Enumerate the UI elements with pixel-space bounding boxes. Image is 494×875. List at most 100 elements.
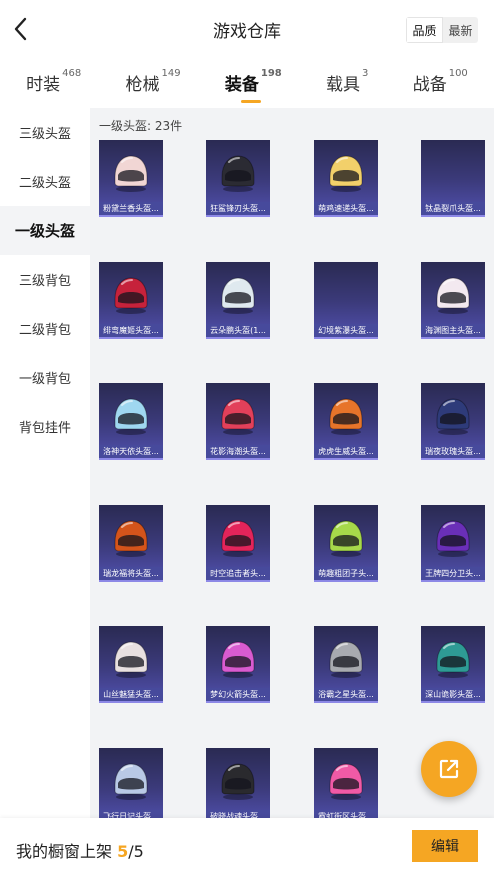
item-card[interactable]: 洛神天依头盔... [99,383,163,460]
sort-quality-option[interactable]: 品质 [406,17,443,43]
item-card[interactable]: 飞行日记头盔... [99,747,163,818]
helmet-icon [436,519,470,557]
item-card[interactable]: 萌趣粗团子头... [314,504,378,582]
item-name: 梦幻火箭头盔... [206,688,270,702]
item-card[interactable]: 虎虎生威头盔... [314,383,378,460]
item-card[interactable]: 狂鲨锋刃头盔... [206,140,270,217]
helmet-icon [221,762,255,800]
item-card[interactable]: 王牌四分卫头... [421,504,485,582]
sidebar-item-2[interactable]: 一级头盔 [0,206,90,255]
helmet-icon [329,762,363,800]
item-thumbnail [99,140,163,206]
share-button[interactable] [421,741,477,797]
sidebar-item-3[interactable]: 三级背包 [0,255,90,304]
item-quality-bar [314,701,378,703]
item-name: 洛神天依头盔... [99,445,163,459]
item-card[interactable]: 海渊图主头盔... [421,261,485,339]
item-quality-bar [421,215,485,217]
item-name: 萌鸡速递头盔... [314,202,378,216]
item-card[interactable]: 云朵鹏头盔(1... [206,261,270,339]
item-card[interactable]: 时空追击者头... [206,504,270,582]
helmet-icon [114,762,148,800]
item-name: 幻境紫瀑头盔... [314,323,378,338]
item-name: 瑞夜玫瑰头盔... [421,445,485,459]
sidebar-item-1[interactable]: 二级头盔 [0,157,90,206]
tab-count: 100 [448,68,468,79]
item-quality-bar [99,579,163,582]
item-card[interactable]: 深山诡影头盔... [421,626,485,703]
shelf-status: 我的橱窗上架 5/5 [16,838,144,862]
item-card[interactable]: 霓虹街区头盔... [314,747,378,818]
tab-1[interactable]: 枪械 149 [126,62,181,95]
item-quality-bar [421,458,485,460]
edit-button[interactable]: 编辑 [412,830,478,862]
item-card[interactable]: 萌鸡速递头盔... [314,140,378,217]
helmet-icon [329,641,363,678]
item-thumbnail [99,626,163,692]
item-thumbnail [421,261,485,328]
item-thumbnail [99,383,163,449]
item-card[interactable]: 破晓战魂头盔... [206,747,270,818]
helmet-icon [329,155,363,192]
item-name: 破晓战魂头盔... [206,809,270,818]
tab-4[interactable]: 战备 100 [413,62,468,95]
sidebar-item-6[interactable]: 背包挂件 [0,402,90,451]
helmet-icon [114,155,148,192]
item-name: 浴霸之星头盔... [314,688,378,702]
sidebar-item-0[interactable]: 三级头盔 [0,108,90,157]
tab-3[interactable]: 载具 3 [326,62,368,95]
tab-label: 载具 [326,75,361,95]
item-name: 云朵鹏头盔(1... [206,323,270,338]
sort-latest-option[interactable]: 最新 [443,17,478,43]
item-card[interactable]: 瑞夜玫瑰头盔... [421,383,485,460]
item-quality-bar [314,215,378,217]
item-card[interactable]: 梦幻火箭头盔... [206,626,270,703]
share-icon [439,759,459,779]
tab-0[interactable]: 时装 468 [26,62,81,95]
item-name: 狂鲨锋刃头盔... [206,202,270,216]
tab-count: 3 [362,68,369,79]
item-quality-bar [314,579,378,582]
item-thumbnail [421,383,485,449]
item-name: 王牌四分卫头... [421,566,485,581]
tab-count: 149 [161,68,181,79]
helmet-icon [114,641,148,678]
item-thumbnail [421,504,485,571]
item-card[interactable]: 绯弯魔姬头盔... [99,261,163,339]
header: 游戏仓库 品质 最新 [0,0,494,58]
item-card[interactable]: 粉黛兰香头盔... [99,140,163,217]
item-card[interactable]: 山丝魅猛头盔... [99,626,163,703]
item-quality-bar [99,701,163,703]
item-quality-bar [99,215,163,217]
item-name: 粉黛兰香头盔... [99,202,163,216]
helmet-icon [436,641,470,678]
item-name: 花影海潮头盔... [206,445,270,459]
item-thumbnail [314,504,378,571]
item-thumbnail [314,626,378,692]
item-thumbnail [99,747,163,814]
item-card[interactable]: 瑞龙福将头盔... [99,504,163,582]
item-card[interactable]: 花影海潮头盔... [206,383,270,460]
shelf-count: 5 [117,842,129,861]
item-name: 时空追击者头... [206,566,270,581]
item-card[interactable]: 钛晶裂爪头盔... [421,140,485,217]
item-thumbnail [421,140,485,206]
item-thumbnail [206,626,270,692]
helmet-icon [221,276,255,314]
helmet-icon [114,398,148,435]
item-name: 飞行日记头盔... [99,809,163,818]
item-quality-bar [421,579,485,582]
tab-label: 战备 [412,75,447,95]
item-name: 虎虎生威头盔... [314,445,378,459]
item-quality-bar [206,458,270,460]
tab-active-indicator [240,100,261,103]
sidebar-item-5[interactable]: 一级背包 [0,353,90,402]
tab-2[interactable]: 装备 198 [225,62,282,103]
item-card[interactable]: 浴霸之星头盔... [314,626,378,703]
item-quality-bar [99,458,163,460]
item-card[interactable]: 幻境紫瀑头盔... [314,261,378,339]
sort-toggle[interactable]: 品质 最新 [406,17,478,43]
item-quality-bar [314,458,378,460]
sidebar-item-4[interactable]: 二级背包 [0,304,90,353]
item-name: 山丝魅猛头盔... [99,688,163,702]
